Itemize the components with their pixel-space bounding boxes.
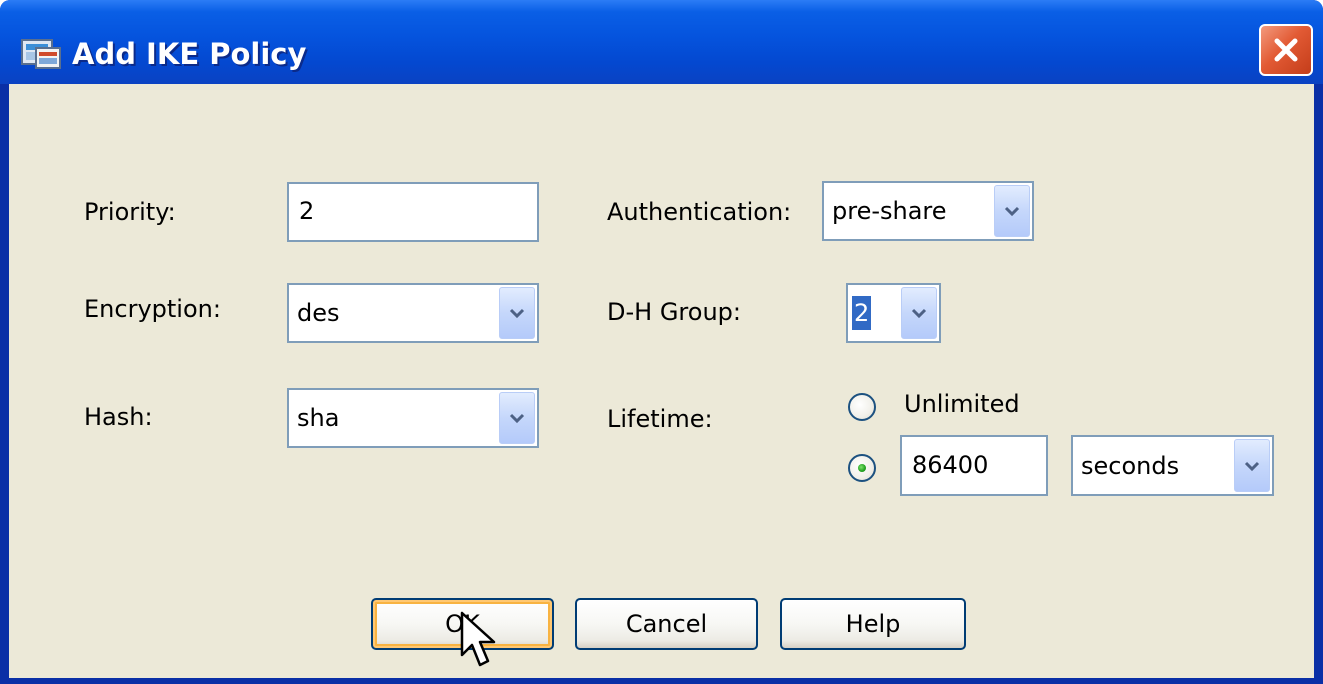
unlimited-label[interactable]: Unlimited [904,389,1020,419]
encryption-dropdown-button[interactable] [499,287,535,339]
close-button[interactable] [1259,24,1313,76]
dh-group-label: D-H Group: [607,298,741,326]
authentication-label: Authentication: [607,198,792,226]
encryption-label: Encryption: [84,295,221,323]
dh-group-dropdown-button[interactable] [901,287,937,339]
hash-value: sha [297,404,340,432]
lifetime-unit-value: seconds [1081,451,1180,480]
authentication-select[interactable]: pre-share [822,181,1034,241]
chevron-down-icon [911,308,927,319]
chevron-down-icon [509,308,525,319]
help-button[interactable]: Help [780,598,966,650]
authentication-value: pre-share [832,197,947,225]
window-title: Add IKE Policy [72,37,307,71]
priority-label: Priority: [84,198,176,226]
lifetime-unit-select[interactable]: seconds [1071,435,1274,496]
lifetime-label: Lifetime: [607,405,713,433]
chevron-down-icon [1004,206,1020,217]
priority-input[interactable]: 2 [287,182,539,242]
lifetime-unit-dropdown-button[interactable] [1234,439,1270,492]
title-bar[interactable]: Add IKE Policy [0,0,1323,84]
asdm-app-icon [21,39,61,69]
lifetime-input[interactable]: 86400 [900,435,1048,496]
hash-select[interactable]: sha [287,388,539,448]
dialog-body: Priority: 2 Encryption: des Hash: sha Au… [9,84,1314,678]
cancel-button[interactable]: Cancel [575,598,758,650]
encryption-select[interactable]: des [287,283,539,343]
unlimited-radio[interactable] [848,393,876,421]
dh-group-value-wrapper: 2 [852,285,872,341]
hash-dropdown-button[interactable] [499,392,535,444]
add-ike-policy-dialog: Add IKE Policy Priority: 2 Encryption: d… [0,0,1323,684]
chevron-down-icon [509,413,525,424]
mouse-pointer-icon [460,611,496,667]
encryption-value: des [297,299,340,327]
dh-group-select[interactable]: 2 [846,283,941,343]
close-icon [1274,38,1298,62]
dh-group-value: 2 [852,296,872,330]
radio-selected-dot [858,464,866,472]
authentication-dropdown-button[interactable] [994,185,1030,237]
custom-lifetime-radio[interactable] [848,454,876,482]
chevron-down-icon [1244,461,1260,471]
hash-label: Hash: [84,403,153,431]
